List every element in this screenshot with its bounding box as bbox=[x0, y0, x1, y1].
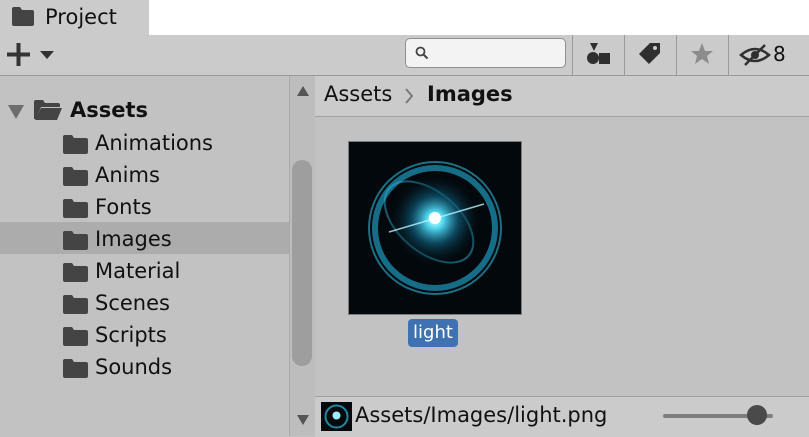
favorites-button[interactable] bbox=[679, 35, 725, 75]
tree-item-label: Anims bbox=[95, 163, 160, 187]
hidden-packages-count: 8 bbox=[773, 42, 786, 66]
toolbar-separator bbox=[624, 35, 625, 75]
folder-icon bbox=[63, 231, 88, 250]
eye-slash-icon bbox=[739, 44, 771, 66]
tree-item-material[interactable]: Material bbox=[0, 254, 289, 286]
tree-item-sounds[interactable]: Sounds bbox=[0, 350, 289, 382]
breadcrumb-assets[interactable]: Assets bbox=[324, 80, 392, 108]
search-input[interactable] bbox=[405, 38, 566, 68]
folder-icon bbox=[12, 7, 34, 26]
tree-item-label: Scripts bbox=[95, 323, 167, 347]
toolbar-separator bbox=[728, 35, 729, 75]
tree-item-label: Scenes bbox=[95, 291, 170, 315]
tree-item-label: Sounds bbox=[95, 355, 173, 379]
scroll-down-arrow-icon[interactable] bbox=[296, 414, 310, 426]
folder-icon bbox=[63, 263, 88, 282]
tree-item-fonts[interactable]: Fonts bbox=[0, 190, 289, 222]
asset-grid: light bbox=[315, 117, 809, 396]
folder-open-icon bbox=[34, 100, 62, 120]
folder-icon bbox=[63, 327, 88, 346]
folder-icon bbox=[63, 359, 88, 378]
light-image-thumbnail bbox=[349, 142, 521, 314]
tree-scrollbar[interactable] bbox=[289, 76, 316, 436]
breadcrumb-images[interactable]: Images bbox=[427, 80, 513, 108]
tab-label: Project bbox=[45, 5, 117, 29]
folder-icon bbox=[63, 167, 88, 186]
toolbar-separator bbox=[676, 35, 677, 75]
hidden-packages-toggle[interactable]: 8 bbox=[731, 35, 809, 75]
folder-icon bbox=[63, 199, 88, 218]
chevron-down-icon bbox=[40, 51, 54, 59]
folder-tree: Assets Animations Anims Fonts Images Mat… bbox=[0, 76, 289, 436]
selected-asset-path: Assets/Images/light.png bbox=[355, 403, 608, 427]
status-bar: Assets/Images/light.png bbox=[315, 396, 809, 437]
tree-item-animations[interactable]: Animations bbox=[0, 126, 289, 158]
tree-root-label: Assets bbox=[70, 98, 149, 122]
tree-item-label: Animations bbox=[95, 131, 214, 155]
breadcrumb: Assets Images bbox=[315, 76, 809, 117]
toolbar-separator bbox=[572, 35, 573, 75]
tree-item-scenes[interactable]: Scenes bbox=[0, 286, 289, 318]
folder-icon bbox=[63, 295, 88, 314]
plus-icon bbox=[7, 43, 30, 66]
shapes-icon bbox=[587, 43, 610, 64]
tree-item-label: Fonts bbox=[95, 195, 152, 219]
folder-icon bbox=[63, 135, 88, 154]
tag-icon bbox=[639, 43, 660, 64]
light-image-thumbnail bbox=[321, 402, 352, 431]
chevron-right-icon bbox=[405, 88, 414, 104]
asset-thumbnail-light[interactable] bbox=[348, 141, 522, 315]
tree-item-label: Images bbox=[95, 227, 172, 251]
zoom-slider-handle[interactable] bbox=[746, 405, 767, 425]
expand-arrow-icon[interactable] bbox=[7, 104, 25, 120]
search-by-type-button[interactable] bbox=[576, 35, 622, 75]
search-icon bbox=[415, 46, 429, 60]
star-icon bbox=[691, 43, 713, 64]
create-dropdown-button[interactable] bbox=[6, 40, 66, 70]
tree-item-anims[interactable]: Anims bbox=[0, 158, 289, 190]
tab-project[interactable]: Project bbox=[0, 0, 149, 35]
tree-item-scripts[interactable]: Scripts bbox=[0, 318, 289, 350]
search-by-label-button[interactable] bbox=[627, 35, 673, 75]
toolbar: 8 bbox=[0, 35, 809, 76]
scroll-up-arrow-icon[interactable] bbox=[296, 85, 310, 97]
tree-item-label: Material bbox=[95, 259, 181, 283]
asset-name-label[interactable]: light bbox=[408, 319, 458, 347]
tree-root-assets[interactable]: Assets bbox=[0, 95, 289, 125]
selected-asset-thumbnail bbox=[321, 402, 352, 431]
scroll-thumb[interactable] bbox=[292, 160, 312, 366]
tree-item-images[interactable]: Images bbox=[0, 222, 289, 254]
